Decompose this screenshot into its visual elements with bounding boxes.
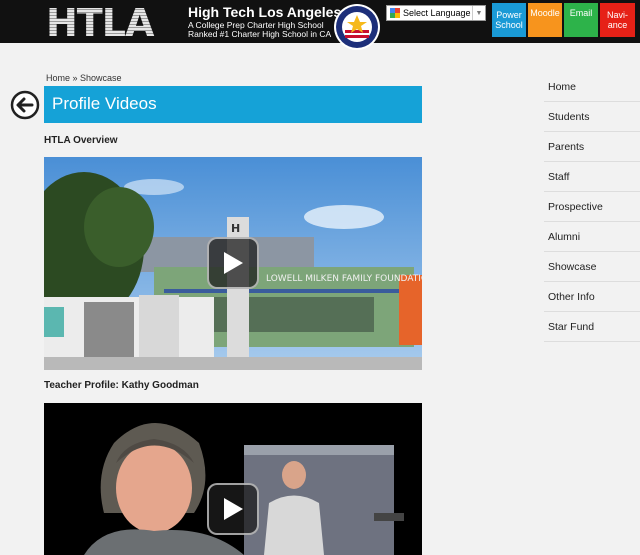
sidebar-item-prospective[interactable]: Prospective <box>544 192 640 222</box>
sidebar-item-other-info[interactable]: Other Info <box>544 282 640 312</box>
powerschool-label-1: Power <box>496 10 522 20</box>
play-button[interactable] <box>207 237 259 289</box>
google-translate-icon <box>390 8 400 18</box>
sidebar-item-star-fund[interactable]: Star Fund <box>544 312 640 342</box>
video-player-overview[interactable]: H LOWELL MILKEN FAMILY FOUNDATION <box>44 157 422 370</box>
email-label: Email <box>569 8 593 18</box>
video-player-teacher-profile[interactable] <box>44 403 422 555</box>
htla-logo[interactable]: HTLA <box>46 4 186 38</box>
page-title-bar: Profile Videos <box>44 86 422 123</box>
powerschool-label-2: School <box>495 20 523 30</box>
moodle-button[interactable]: Moodle <box>528 3 562 37</box>
play-icon <box>224 252 243 274</box>
sidebar-nav: Home Students Parents Staff Prospective … <box>544 72 640 342</box>
breadcrumb[interactable]: Home » Showcase <box>46 73 122 83</box>
svg-text:HTLA: HTLA <box>46 4 155 38</box>
sidebar-item-students[interactable]: Students <box>544 102 640 132</box>
sidebar-item-showcase[interactable]: Showcase <box>544 252 640 282</box>
naviance-button[interactable]: Navi- ance <box>600 3 635 37</box>
site-header: HTLA High Tech Los Angeles A College Pre… <box>0 0 640 50</box>
foundation-sign-text: LOWELL MILKEN FAMILY FOUNDATION <box>266 274 422 284</box>
moodle-label: Moodle <box>530 8 560 18</box>
chevron-down-icon: ▼ <box>472 6 485 20</box>
page-title: Profile Videos <box>52 94 157 113</box>
language-select-label: Select Language <box>403 8 471 18</box>
sidebar-item-parents[interactable]: Parents <box>544 132 640 162</box>
svg-text:H: H <box>231 222 240 235</box>
email-button[interactable]: Email <box>564 3 598 37</box>
school-name[interactable]: High Tech Los Angeles <box>188 4 341 20</box>
naviance-label-1: Navi- <box>606 10 628 20</box>
sidebar-item-alumni[interactable]: Alumni <box>544 222 640 252</box>
sidebar-item-staff[interactable]: Staff <box>544 162 640 192</box>
video-title-teacher-profile: Teacher Profile: Kathy Goodman <box>44 380 199 391</box>
play-icon <box>224 498 243 520</box>
charter-school-seal-icon <box>334 4 380 50</box>
video-title-overview: HTLA Overview <box>44 135 118 146</box>
powerschool-button[interactable]: Power School <box>492 3 526 37</box>
sidebar-item-home[interactable]: Home <box>544 72 640 102</box>
back-arrow-icon[interactable] <box>10 90 40 120</box>
naviance-label-2: ance <box>607 20 628 30</box>
tagline-line-2: Ranked #1 Charter High School in CA <box>188 29 332 39</box>
play-button[interactable] <box>207 483 259 535</box>
language-select[interactable]: Select Language ▼ <box>386 5 486 21</box>
